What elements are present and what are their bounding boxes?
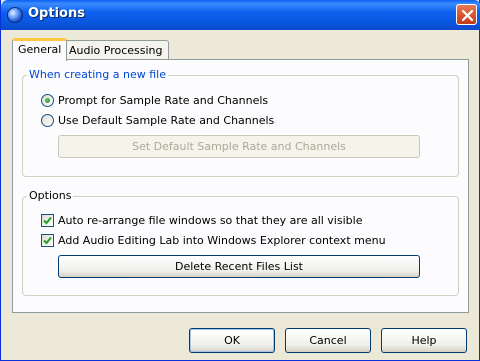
delete-recent-files-button[interactable]: Delete Recent Files List [58, 255, 420, 278]
cancel-button[interactable]: Cancel [285, 328, 371, 353]
radio-button-unselected[interactable] [41, 114, 54, 127]
general-tab-panel: When creating a new file Prompt for Samp… [12, 59, 469, 313]
close-icon [461, 9, 474, 22]
options-group: Options Auto re-arrange file windows so … [22, 189, 459, 296]
options-dialog: Options General Audio Processing When cr… [0, 0, 480, 361]
ok-button[interactable]: OK [189, 328, 275, 353]
help-button[interactable]: Help [381, 328, 467, 353]
radio-prompt-sample-rate[interactable]: Prompt for Sample Rate and Channels [41, 94, 268, 107]
title-bar[interactable]: Options [1, 0, 480, 30]
checkmark-icon [43, 216, 52, 225]
radio-use-default-sample-rate[interactable]: Use Default Sample Rate and Channels [41, 114, 274, 127]
radio-prompt-label: Prompt for Sample Rate and Channels [58, 94, 269, 107]
window-title: Options [28, 6, 85, 21]
radio-button-selected[interactable] [41, 94, 54, 107]
radio-use-default-label: Use Default Sample Rate and Channels [58, 114, 275, 127]
checkbox-checked[interactable] [41, 234, 54, 247]
checkbox-checked[interactable] [41, 214, 54, 227]
tab-general[interactable]: General [12, 38, 68, 61]
explorer-context-menu-label: Add Audio Editing Lab into Windows Explo… [58, 234, 386, 247]
checkmark-icon [43, 236, 52, 245]
checkbox-auto-rearrange[interactable]: Auto re-arrange file windows so that the… [41, 214, 362, 227]
new-file-group-legend: When creating a new file [27, 68, 168, 81]
set-default-sample-rate-button[interactable]: Set Default Sample Rate and Channels [58, 135, 420, 158]
new-file-group: When creating a new file Prompt for Samp… [22, 68, 459, 177]
auto-rearrange-label: Auto re-arrange file windows so that the… [58, 214, 363, 227]
options-group-legend: Options [27, 189, 74, 202]
close-button[interactable] [456, 4, 477, 25]
tab-audio-processing[interactable]: Audio Processing [63, 40, 169, 60]
checkbox-explorer-context-menu[interactable]: Add Audio Editing Lab into Windows Explo… [41, 234, 386, 247]
app-orb-icon [7, 7, 23, 23]
